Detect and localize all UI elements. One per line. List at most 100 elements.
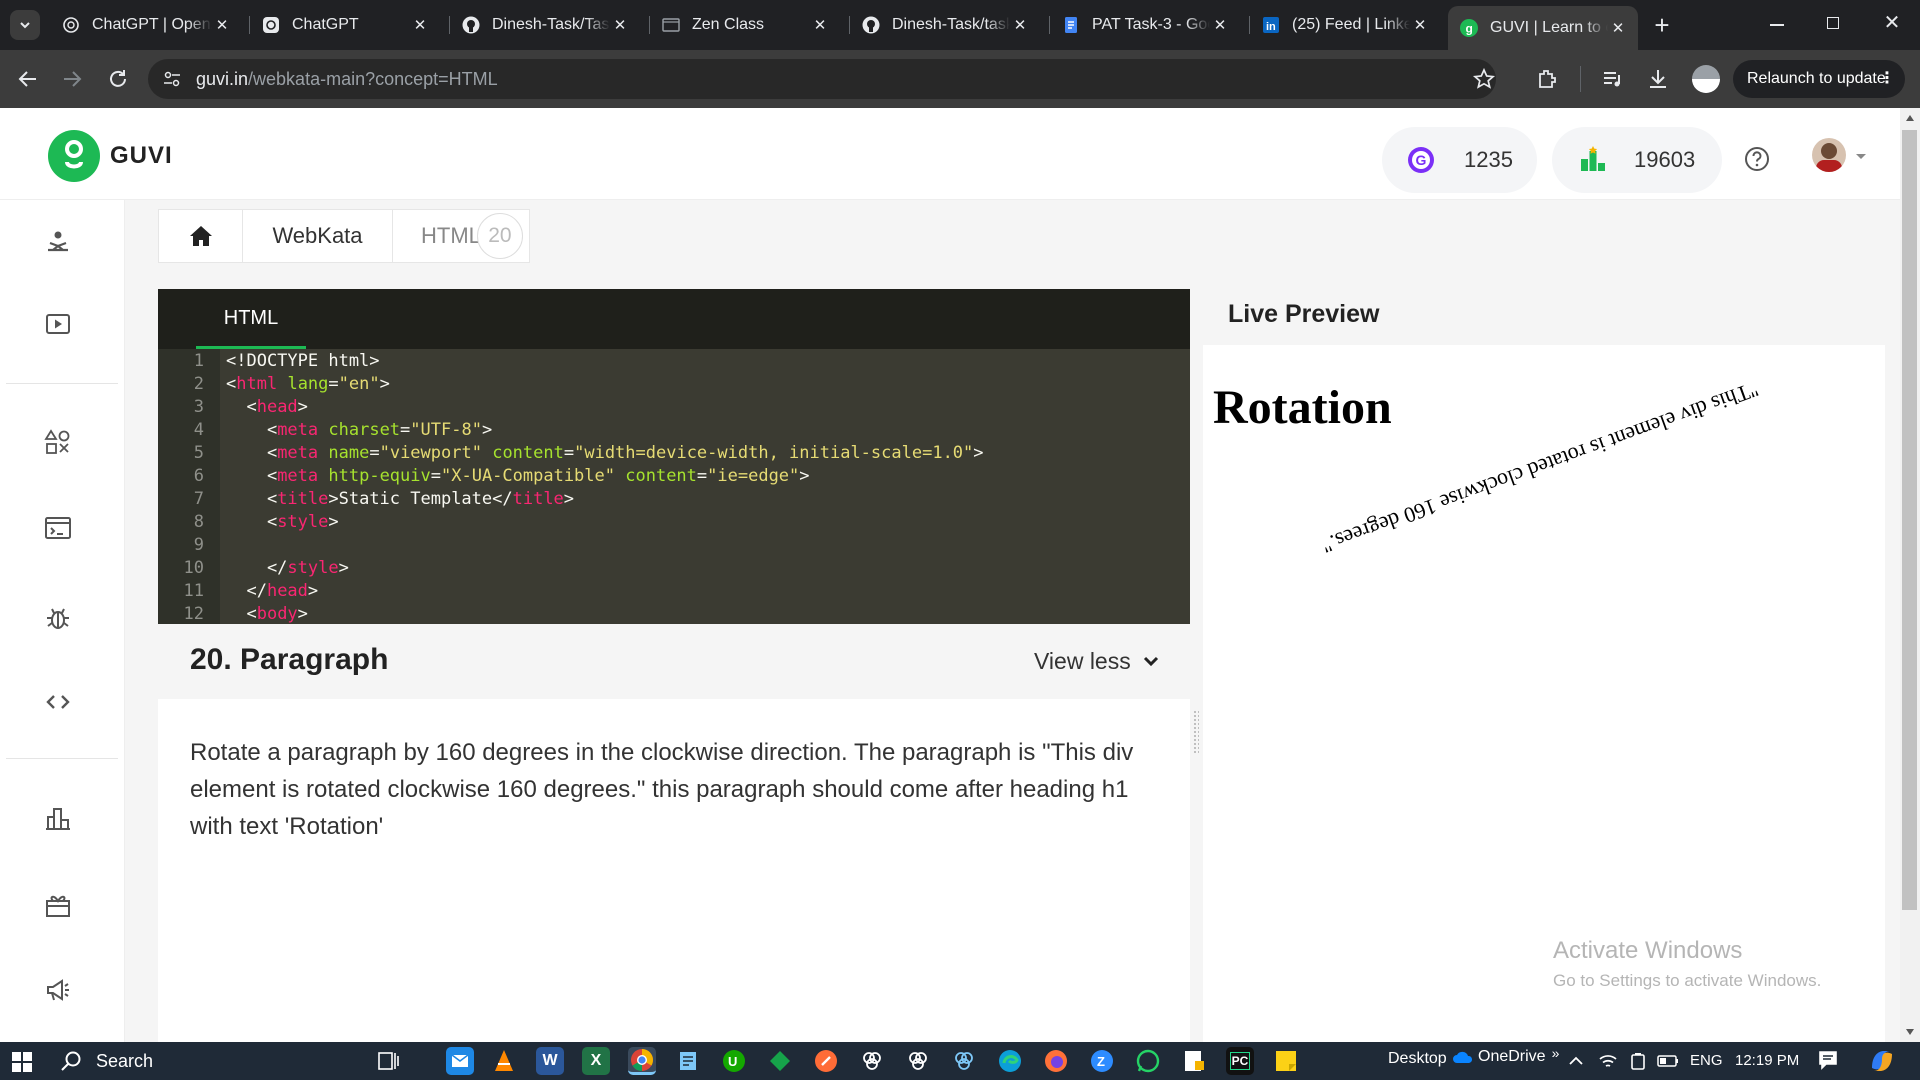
taskbar-search[interactable]: Search bbox=[46, 1042, 356, 1080]
whatsapp-icon[interactable] bbox=[1134, 1047, 1162, 1075]
copilot-icon[interactable] bbox=[1868, 1048, 1896, 1074]
pycharm-icon[interactable]: PC bbox=[1226, 1047, 1254, 1075]
openai-app-icon-3[interactable] bbox=[950, 1047, 978, 1075]
sidebar-item-practice[interactable] bbox=[40, 424, 76, 460]
notification-icon[interactable] bbox=[1818, 1050, 1838, 1070]
scroll-up-icon[interactable] bbox=[1905, 114, 1915, 122]
notepad-icon[interactable] bbox=[674, 1047, 702, 1075]
view-less-button[interactable]: View less bbox=[1034, 648, 1159, 675]
battery-saver-icon[interactable] bbox=[1630, 1052, 1646, 1070]
sidebar-item-leaderboard[interactable] bbox=[40, 800, 76, 836]
close-window-icon[interactable]: ✕ bbox=[1880, 10, 1904, 36]
help-icon[interactable] bbox=[1744, 146, 1770, 172]
excel-icon[interactable]: X bbox=[582, 1047, 610, 1075]
docs-icon bbox=[1062, 16, 1080, 34]
task-view-icon[interactable] bbox=[375, 1047, 403, 1075]
toolbar-divider bbox=[1580, 66, 1581, 92]
profile-icon[interactable] bbox=[1692, 65, 1720, 93]
relaunch-button[interactable]: Relaunch to update ⋮ bbox=[1733, 60, 1905, 98]
openai-app-icon[interactable] bbox=[858, 1047, 886, 1075]
upwork-icon[interactable]: U bbox=[720, 1047, 748, 1075]
zoom-icon[interactable]: Z bbox=[1088, 1047, 1116, 1075]
browser-tab[interactable]: ChatGPT | OpenAI ✕ bbox=[50, 8, 242, 42]
download-icon[interactable] bbox=[1646, 67, 1670, 91]
file-explorer-icon[interactable] bbox=[1180, 1047, 1208, 1075]
close-icon[interactable]: ✕ bbox=[1210, 15, 1230, 35]
close-icon[interactable]: ✕ bbox=[410, 15, 430, 35]
tab-search-button[interactable] bbox=[10, 10, 40, 40]
sidebar-item-codekata[interactable] bbox=[40, 510, 76, 546]
sidebar-item-courses[interactable] bbox=[40, 306, 76, 342]
rank-pill[interactable]: 19603 bbox=[1552, 127, 1722, 193]
browser-tab[interactable]: Zen Class ✕ bbox=[650, 8, 840, 42]
megaphone-icon bbox=[47, 979, 69, 1001]
browser-tab[interactable]: Dinesh-Task/Task ✕ bbox=[450, 8, 640, 42]
postman-icon[interactable] bbox=[812, 1047, 840, 1075]
guvi-logo[interactable]: GUVI bbox=[48, 130, 173, 182]
browser-tab[interactable]: Dinesh-Task/task ✕ bbox=[850, 8, 1040, 42]
windows-start-icon[interactable] bbox=[12, 1052, 32, 1072]
new-tab-button[interactable]: + bbox=[1648, 12, 1676, 40]
caret-down-icon[interactable] bbox=[1855, 153, 1867, 161]
tab-title: (25) Feed | Linke bbox=[1292, 16, 1410, 33]
firefox-icon[interactable] bbox=[1042, 1047, 1070, 1075]
breadcrumb-webkata[interactable]: WebKata bbox=[243, 209, 393, 263]
forward-icon[interactable] bbox=[60, 67, 84, 91]
close-icon[interactable]: ✕ bbox=[1608, 18, 1628, 38]
tab-html[interactable]: HTML bbox=[196, 289, 306, 349]
media-control-icon[interactable] bbox=[1601, 67, 1625, 91]
app-green-diamond-icon[interactable] bbox=[766, 1047, 794, 1075]
openai-icon bbox=[62, 16, 80, 34]
edge-icon[interactable] bbox=[996, 1047, 1024, 1075]
close-icon[interactable]: ✕ bbox=[1010, 15, 1030, 35]
chrome-taskbar-icon[interactable] bbox=[628, 1047, 656, 1075]
clock[interactable]: 12:19 PM bbox=[1735, 1052, 1799, 1069]
scroll-down-icon[interactable] bbox=[1905, 1028, 1915, 1036]
minimize-icon[interactable] bbox=[1770, 24, 1784, 26]
breadcrumb-html[interactable]: HTML 20 bbox=[393, 209, 523, 263]
tray-chevron-up-icon[interactable] bbox=[1568, 1054, 1584, 1066]
extensions-icon[interactable] bbox=[1535, 67, 1559, 91]
mail-icon[interactable] bbox=[446, 1047, 474, 1075]
user-avatar[interactable] bbox=[1812, 138, 1846, 172]
sidebar-item-webkata[interactable] bbox=[40, 684, 76, 720]
site-info-icon[interactable] bbox=[162, 69, 182, 89]
language-indicator[interactable]: ENG bbox=[1690, 1052, 1723, 1069]
vlc-icon[interactable] bbox=[490, 1047, 518, 1075]
close-icon[interactable]: ✕ bbox=[212, 15, 232, 35]
close-icon[interactable]: ✕ bbox=[1410, 15, 1430, 35]
battery-icon[interactable] bbox=[1657, 1055, 1679, 1067]
wifi-icon[interactable] bbox=[1598, 1052, 1618, 1070]
openai-app-icon-2[interactable] bbox=[904, 1047, 932, 1075]
word-icon[interactable]: W bbox=[536, 1047, 564, 1075]
desktop-toolbar[interactable]: Desktop bbox=[1388, 1050, 1447, 1068]
bookmark-star-icon[interactable] bbox=[1472, 67, 1496, 91]
browser-tab[interactable]: ChatGPT ✕ bbox=[250, 8, 440, 42]
pane-resize-handle[interactable] bbox=[1193, 710, 1199, 754]
restore-icon[interactable] bbox=[1827, 17, 1839, 29]
breadcrumb-html-label: HTML bbox=[421, 223, 481, 248]
browser-tab-active[interactable]: g GUVI | Learn to c ✕ bbox=[1448, 6, 1638, 50]
sidebar-item-announcements[interactable] bbox=[40, 972, 76, 1008]
line-number: 9 bbox=[193, 535, 204, 555]
onedrive-toolbar[interactable]: OneDrive » bbox=[1452, 1045, 1559, 1066]
browser-tab[interactable]: PAT Task-3 - Goo ✕ bbox=[1050, 8, 1240, 42]
browser-tab[interactable]: in (25) Feed | Linke ✕ bbox=[1250, 8, 1440, 42]
line-number: 3 bbox=[193, 397, 204, 417]
url-text[interactable]: guvi.in/webkata-main?concept=HTML bbox=[196, 59, 498, 99]
sidebar-item-mentor[interactable] bbox=[40, 224, 76, 260]
line-number: 4 bbox=[193, 420, 204, 440]
close-icon[interactable]: ✕ bbox=[810, 15, 830, 35]
geekoins-pill[interactable]: G 1235 bbox=[1382, 127, 1537, 193]
svg-text:in: in bbox=[1266, 21, 1276, 33]
sidebar-item-debugging[interactable] bbox=[40, 600, 76, 636]
reload-icon[interactable] bbox=[106, 67, 130, 91]
terminal-window-icon bbox=[45, 517, 71, 539]
home-icon[interactable] bbox=[159, 209, 243, 263]
close-icon[interactable]: ✕ bbox=[610, 15, 630, 35]
sidebar-item-rewards[interactable] bbox=[40, 887, 76, 923]
scrollbar-thumb[interactable] bbox=[1902, 130, 1917, 910]
code-line: <html lang="en"> bbox=[226, 374, 390, 394]
back-icon[interactable] bbox=[16, 67, 40, 91]
sticky-notes-icon[interactable] bbox=[1272, 1047, 1300, 1075]
